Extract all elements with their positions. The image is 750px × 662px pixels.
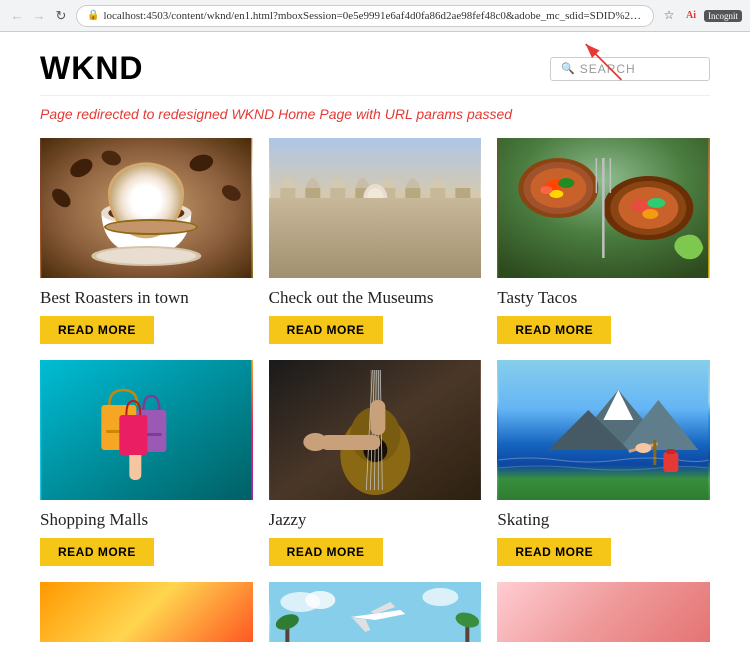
card-image-shopping (40, 360, 253, 500)
site-header: WKND 🔍 SEARCH (40, 32, 710, 96)
nav-buttons: ← → ↻ (8, 7, 70, 25)
read-more-button-skating[interactable]: READ MORE (497, 538, 611, 566)
forward-button[interactable]: → (30, 7, 48, 25)
card-title-coffee: Best Roasters in town (40, 288, 253, 308)
card-coffee: Best Roasters in town READ MORE (40, 138, 253, 344)
search-placeholder: SEARCH (580, 62, 636, 76)
read-more-button-shopping[interactable]: READ MORE (40, 538, 154, 566)
search-icon: 🔍 (561, 62, 575, 75)
bottom-cards-grid (40, 582, 710, 642)
cards-grid: Best Roasters in town READ MORE (40, 138, 710, 566)
adobe-icon[interactable]: Ai (682, 7, 700, 25)
page-content: WKND 🔍 SEARCH Page redirected to redesig… (0, 32, 750, 662)
redirect-notice: Page redirected to redesigned WKND Home … (40, 106, 710, 122)
card-tacos: Tasty Tacos READ MORE (497, 138, 710, 344)
url-bar[interactable]: 🔒 localhost:4503/content/wknd/en1.html?m… (76, 5, 654, 27)
card-museum: Check out the Museums READ MORE (269, 138, 482, 344)
card-bottom-1 (40, 582, 253, 642)
card-image-bottom-1 (40, 582, 253, 642)
card-image-jazz (269, 360, 482, 500)
read-more-button-tacos[interactable]: READ MORE (497, 316, 611, 344)
bookmark-icon[interactable]: ☆ (660, 7, 678, 25)
back-button[interactable]: ← (8, 7, 26, 25)
url-text: localhost:4503/content/wknd/en1.html?mbo… (103, 10, 643, 22)
reload-button[interactable]: ↻ (52, 7, 70, 25)
card-bottom-3 (497, 582, 710, 642)
card-image-coffee (40, 138, 253, 278)
card-image-tacos (497, 138, 710, 278)
card-shopping: Shopping Malls READ MORE (40, 360, 253, 566)
card-image-bottom-3 (497, 582, 710, 642)
card-title-skating: Skating (497, 510, 710, 530)
browser-actions: ☆ Ai Incognit (660, 7, 742, 25)
read-more-button-coffee[interactable]: READ MORE (40, 316, 154, 344)
card-image-skating (497, 360, 710, 500)
read-more-button-jazz[interactable]: READ MORE (269, 538, 383, 566)
card-title-tacos: Tasty Tacos (497, 288, 710, 308)
card-title-jazz: Jazzy (269, 510, 482, 530)
card-title-museum: Check out the Museums (269, 288, 482, 308)
site-logo: WKND (40, 50, 144, 87)
read-more-button-museum[interactable]: READ MORE (269, 316, 383, 344)
card-bottom-2 (269, 582, 482, 642)
card-skating: Skating READ MORE (497, 360, 710, 566)
browser-chrome: ← → ↻ 🔒 localhost:4503/content/wknd/en1.… (0, 0, 750, 32)
search-bar[interactable]: 🔍 SEARCH (550, 57, 710, 81)
card-image-bottom-2 (269, 582, 482, 642)
incognito-badge: Incognit (704, 10, 742, 22)
card-title-shopping: Shopping Malls (40, 510, 253, 530)
card-jazz: Jazzy READ MORE (269, 360, 482, 566)
card-image-museum (269, 138, 482, 278)
